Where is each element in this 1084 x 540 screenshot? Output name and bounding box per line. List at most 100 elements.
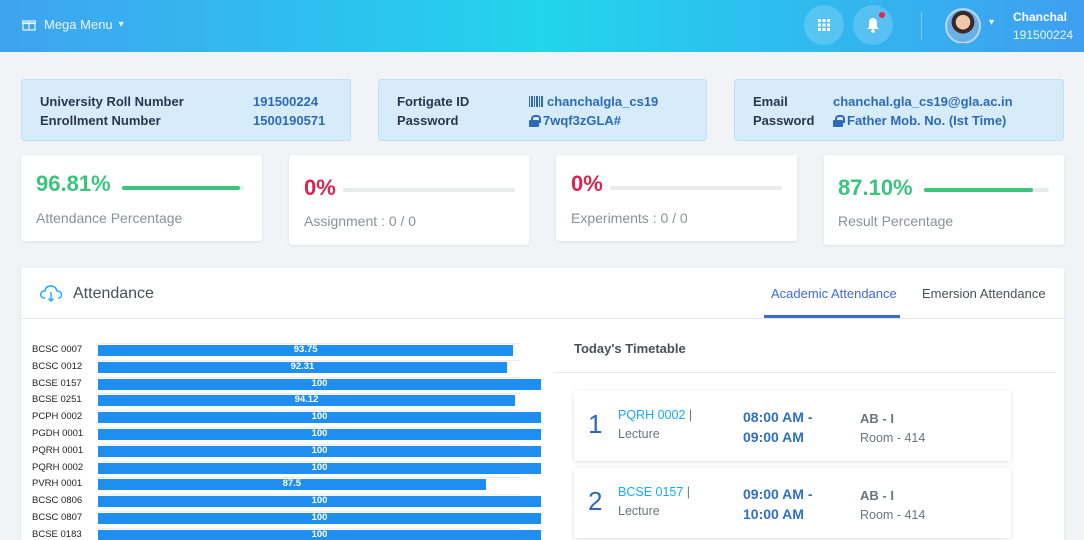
chart-bar[interactable]: 100 (98, 528, 541, 540)
course-code-line: PQRH 0002 | (618, 408, 692, 422)
chart-bar[interactable]: 93.75 (98, 344, 514, 356)
fortigate-id-text: chanchalgla_cs19 (547, 94, 659, 109)
chart-bar[interactable]: 92.31 (98, 360, 507, 373)
section: AB - I (860, 488, 894, 503)
course-code-link[interactable]: BCSE 0157 (618, 485, 683, 499)
separator: | (685, 408, 693, 422)
result-progress-fill (924, 188, 1033, 192)
avatar[interactable] (945, 8, 981, 44)
fortigate-password-value: 7wqf3zGLA# (529, 113, 621, 128)
gift-icon (22, 19, 36, 31)
chart-bar[interactable]: 100 (98, 444, 541, 457)
chart-category-label: BCSC 0807 (32, 512, 83, 523)
course-code-link[interactable]: PQRH 0002 (618, 408, 685, 422)
attendance-percentage-label: Attendance Percentage (36, 210, 183, 226)
roll-info-card: University Roll Number 191500224 Enrollm… (21, 79, 351, 141)
tab-academic-attendance[interactable]: Academic Attendance (771, 286, 897, 301)
experiments-value: 0% (571, 171, 603, 196)
timetable-divider (554, 372, 1057, 373)
chart-category-label: BCSE 0157 (32, 377, 82, 389)
chart-bar[interactable]: 94.12 (98, 394, 515, 407)
experiments-progress-bar (610, 186, 782, 190)
assignment-progress-bar (343, 188, 515, 192)
chart-data-label: 100 (311, 461, 328, 473)
class-time: 08:00 AM - 09:00 AM (743, 407, 813, 447)
lock-icon (833, 115, 845, 127)
chart-bar-row: PGDH 0001 100 (21, 425, 541, 442)
end-time: 10:00 AM (743, 506, 804, 522)
notification-dot (879, 12, 885, 18)
chart-bar[interactable]: 100 (98, 377, 541, 390)
chart-category-label: PVRH 0001 (32, 478, 83, 490)
active-tab-indicator (764, 315, 900, 318)
chart-category-label: PGDH 0001 (32, 428, 84, 439)
start-time: 09:00 AM - (743, 486, 813, 502)
chart-bar-row: BCSE 0183 100 (21, 526, 541, 540)
header-divider (921, 12, 922, 40)
experiments-label: Experiments : 0 / 0 (571, 210, 688, 226)
chart-category-label: BCSE 0183 (32, 528, 82, 540)
chart-category-label: PCPH 0002 (32, 411, 83, 423)
chart-bar-row: PCPH 0002 100 (21, 408, 541, 425)
chart-bar-row: BCSE 0251 94.12 (21, 391, 541, 408)
chart-bar[interactable]: 100 (98, 428, 541, 440)
chart-bar[interactable]: 100 (98, 461, 541, 474)
chart-data-label: 100 (311, 444, 328, 456)
chart-bar[interactable]: 100 (98, 512, 541, 524)
barcode-icon (529, 96, 543, 107)
chart-bar-row: PQRH 0002 100 (21, 459, 541, 476)
user-roll-number: 191500224 (1013, 28, 1074, 42)
result-progress-bar (924, 188, 1049, 192)
chart-data-label: 100 (311, 377, 328, 389)
user-name: Chanchal (1013, 10, 1068, 24)
mega-menu-label: Mega Menu (44, 17, 113, 32)
timetable-entry[interactable]: 2 BCSE 0157 | Lecture 09:00 AM - 10:00 A… (574, 468, 1011, 538)
top-header: Mega Menu ▾ ▾ Chanchal 191500224 (0, 0, 1084, 52)
result-percentage-label: Result Percentage (838, 213, 954, 229)
assignment-value: 0% (304, 175, 336, 200)
chart-bar-row: BCSC 0806 100 (21, 492, 541, 509)
chart-data-label: 92.31 (290, 360, 315, 372)
mega-menu[interactable]: Mega Menu ▾ (22, 17, 124, 32)
room: Room - 414 (860, 431, 926, 445)
chart-bar[interactable]: 100 (98, 411, 541, 424)
period-number: 1 (588, 409, 603, 439)
start-time: 08:00 AM - (743, 409, 813, 425)
chart-data-label: 100 (311, 411, 328, 423)
info-label: University Roll Number (40, 94, 184, 109)
email-password-value: Father Mob. No. (Ist Time) (833, 113, 1006, 128)
chart-category-label: BCSC 0007 (32, 344, 83, 355)
grid-icon (818, 19, 830, 31)
attendance-title: Attendance (73, 285, 154, 302)
timetable-title: Today's Timetable (574, 341, 686, 356)
tab-emersion-attendance[interactable]: Emersion Attendance (922, 286, 1046, 301)
email-info-card: Email chanchal.gla_cs19@gla.ac.in Passwo… (734, 79, 1064, 141)
apps-button[interactable] (804, 5, 844, 45)
chevron-down-icon[interactable]: ▾ (989, 17, 994, 28)
experiments-stat-card: 0% Experiments : 0 / 0 (556, 155, 797, 241)
result-stat-card: 87.10% Result Percentage (824, 155, 1064, 245)
chart-bar-row: BCSC 0012 92.31 (21, 358, 541, 375)
email-value: chanchal.gla_cs19@gla.ac.in (833, 94, 1013, 109)
attendance-progress-bar (122, 186, 244, 190)
chart-category-label: PQRH 0002 (32, 461, 84, 473)
separator: | (683, 485, 691, 499)
chart-bar[interactable]: 87.5 (98, 478, 486, 491)
cloud-download-icon (39, 285, 63, 302)
bell-icon (867, 18, 879, 33)
attendance-bar-chart: BCSC 0007 93.75 BCSC 0012 92.31 BCSE 0157 100… (21, 320, 541, 540)
chart-bar[interactable]: 100 (98, 495, 541, 508)
chart-bar-row: PQRH 0001 100 (21, 442, 541, 459)
timetable-entry[interactable]: 1 PQRH 0002 | Lecture 08:00 AM - 09:00 A… (574, 391, 1011, 461)
chart-data-label: 94.12 (294, 394, 319, 406)
chart-bar-row: BCSE 0157 100 (21, 375, 541, 392)
info-label: Fortigate ID (397, 94, 470, 109)
chart-category-label: BCSC 0012 (32, 360, 83, 372)
result-percentage-value: 87.10% (838, 175, 913, 200)
notifications-button[interactable] (853, 5, 893, 45)
assignment-stat-card: 0% Assignment : 0 / 0 (289, 155, 529, 245)
info-label: Password (753, 113, 815, 128)
enrollment-value: 1500190571 (253, 113, 326, 128)
chart-data-label: 100 (311, 528, 328, 540)
room: Room - 414 (860, 508, 926, 522)
